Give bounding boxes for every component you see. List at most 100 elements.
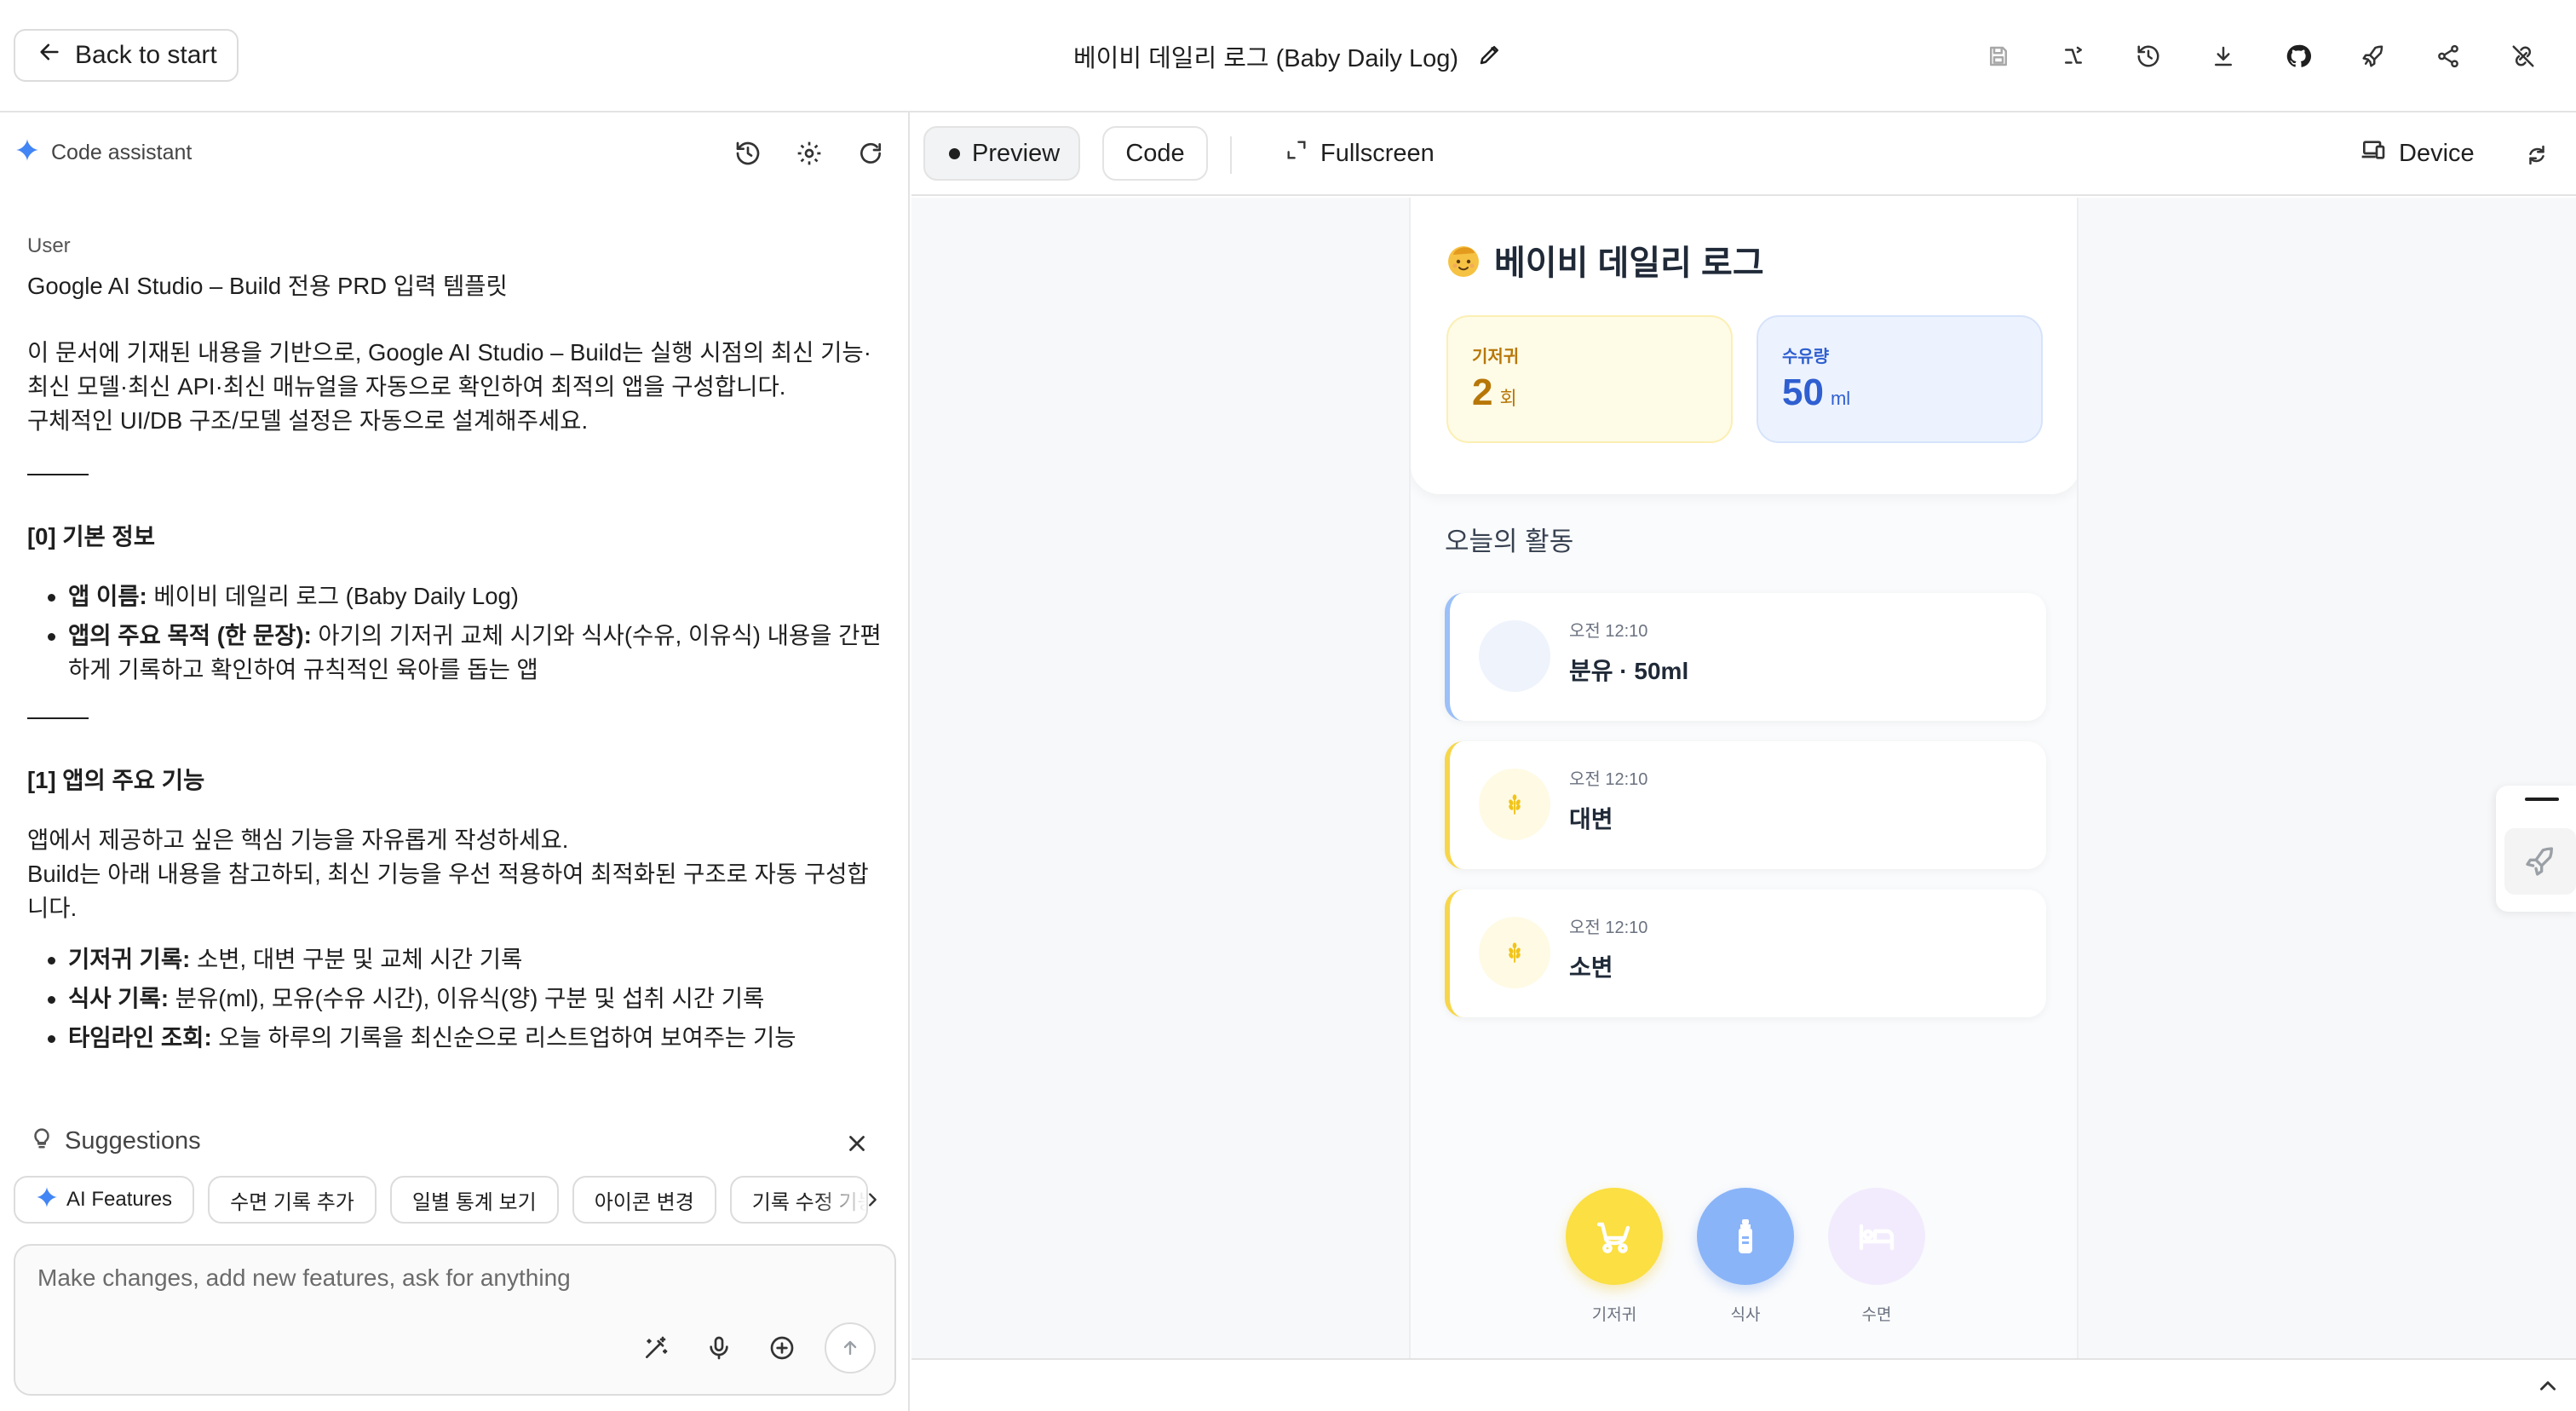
stat-label: 기저귀 — [1472, 348, 1520, 366]
code-assistant-label: Code assistant — [51, 141, 193, 164]
activity-time: 오전 12:10 — [1569, 622, 1648, 641]
device-button[interactable]: Device — [2351, 126, 2483, 181]
fab-label: 수면 — [1861, 1306, 1892, 1324]
wheat-icon — [1479, 769, 1550, 840]
send-arrow-icon[interactable] — [825, 1322, 876, 1374]
deploy-rocket-icon[interactable] — [2336, 37, 2411, 75]
microphone-icon[interactable] — [699, 1327, 739, 1368]
link-off-icon[interactable] — [2486, 37, 2561, 75]
edit-pencil-icon[interactable] — [1477, 42, 1503, 72]
sparkle-icon — [36, 1186, 58, 1214]
activity-item[interactable]: 오전 12:10 소변 — [1445, 890, 2046, 1017]
stat-unit: ml — [1830, 388, 1851, 409]
diaper-stat-card: 기저귀 2회 — [1446, 315, 1733, 443]
tab-code-label: Code — [1125, 139, 1185, 167]
refresh-icon[interactable] — [852, 135, 889, 172]
arrow-left-icon — [37, 40, 61, 71]
toolbar-divider — [1230, 136, 1232, 174]
wheat-icon — [1479, 917, 1550, 988]
features-intro-2: Build는 아래 내용을 참고하되, 최신 기능을 우선 적용하여 최적화된 … — [27, 861, 869, 921]
suggestion-chip[interactable]: 아이콘 변경 — [572, 1176, 716, 1224]
chip-label: 아이콘 변경 — [594, 1190, 694, 1214]
chat-transcript: User Google AI Studio – Build 전용 PRD 입력 … — [27, 232, 888, 1207]
preview-panel: Preview Code Fullscreen Device 베이비 데일리 로… — [911, 112, 2576, 1411]
assistant-tools — [729, 135, 889, 172]
add-diaper-button[interactable]: 기저귀 — [1566, 1188, 1663, 1325]
reload-preview-icon[interactable] — [2520, 138, 2554, 172]
activity-name: 분유 · 50ml — [1569, 658, 1689, 684]
lightbulb-icon — [29, 1125, 55, 1157]
stat-value: 50 ml — [1782, 371, 1850, 414]
tab-preview-label: Preview — [972, 139, 1061, 167]
baby-log-app: 베이비 데일리 로그 기저귀 2회 수유량 50 ml 오늘의 활동 오전 12:… — [1409, 198, 2079, 1358]
message-role: User — [27, 234, 71, 257]
activity-name: 대변 — [1569, 806, 1613, 832]
widget-handle — [2525, 798, 2559, 801]
add-sleep-button[interactable]: 수면 — [1828, 1188, 1925, 1325]
magic-wand-icon[interactable] — [635, 1327, 676, 1368]
download-icon[interactable] — [2186, 37, 2261, 75]
rocket-icon — [2504, 828, 2576, 895]
chevron-right-icon[interactable] — [857, 1184, 888, 1215]
basic-info-list: 앱 이름: 베이비 데일리 로그 (Baby Daily Log) 앱의 주요 … — [27, 579, 888, 687]
activity-item[interactable]: 오전 12:10 대변 — [1445, 741, 2046, 869]
share-icon[interactable] — [2411, 37, 2486, 75]
chevron-up-icon[interactable] — [2535, 1374, 2561, 1399]
suggestion-chip[interactable]: 기록 수정 기능 — [729, 1176, 868, 1224]
fullscreen-label: Fullscreen — [1320, 139, 1435, 167]
code-assistant-header: Code assistant — [15, 138, 192, 168]
close-suggestions-icon[interactable] — [840, 1126, 874, 1160]
app-header-card: 베이비 데일리 로그 기저귀 2회 수유량 50 ml — [1411, 198, 2077, 494]
features-intro: 앱에서 제공하고 싶은 핵심 기능을 자유롭게 작성하세요. Build는 아래… — [27, 823, 888, 925]
add-circle-icon[interactable] — [762, 1327, 802, 1368]
add-feed-button[interactable]: 식사 — [1697, 1188, 1794, 1325]
back-to-start-label: Back to start — [75, 41, 217, 69]
bed-icon — [1828, 1188, 1925, 1285]
prompt-composer[interactable]: Make changes, add new features, ask for … — [14, 1244, 896, 1396]
fullscreen-button[interactable]: Fullscreen — [1276, 126, 1443, 181]
app-heading: 베이비 데일리 로그 — [1445, 235, 1764, 285]
template-title: Google AI Studio – Build 전용 PRD 입력 템플릿 — [27, 273, 508, 299]
tab-code[interactable]: Code — [1102, 126, 1208, 181]
activity-item[interactable]: 오전 12:10 분유 · 50ml — [1445, 593, 2046, 721]
feature-label: 식사 기록: — [68, 985, 169, 1011]
top-actions — [1961, 37, 2561, 75]
composer-placeholder: Make changes, add new features, ask for … — [37, 1264, 571, 1291]
composer-actions — [635, 1322, 876, 1374]
list-item: 기저귀 기록: 소변, 대변 구분 및 교체 시간 기록 — [27, 942, 888, 976]
divider — [27, 717, 89, 719]
save-icon[interactable] — [1961, 37, 2036, 75]
suggestion-chip[interactable]: 수면 기록 추가 — [208, 1176, 377, 1224]
top-bar: Back to start 베이비 데일리 로그 (Baby Daily Log… — [0, 0, 2576, 112]
suggestion-chip[interactable]: 일별 통계 보기 — [389, 1176, 559, 1224]
suggestion-chip-ai-features[interactable]: AI Features — [14, 1176, 195, 1224]
fab-label: 식사 — [1730, 1306, 1761, 1324]
tab-preview[interactable]: Preview — [923, 126, 1080, 181]
feature-label: 타임라인 조회: — [68, 1024, 212, 1051]
intro-paragraph: 이 문서에 기재된 내용을 기반으로, Google AI Studio – B… — [27, 336, 888, 438]
settings-gear-icon[interactable] — [791, 135, 828, 172]
app-heading-text: 베이비 데일리 로그 — [1494, 245, 1764, 282]
chip-label: AI Features — [66, 1188, 173, 1211]
compare-branch-icon[interactable] — [2036, 37, 2111, 75]
activity-time: 오전 12:10 — [1569, 770, 1648, 789]
baby-face-icon — [1445, 241, 1482, 279]
deploy-side-widget[interactable] — [2496, 786, 2576, 912]
github-icon[interactable] — [2261, 37, 2336, 75]
chip-label: 기록 수정 기능 — [751, 1190, 868, 1214]
history-icon[interactable] — [2111, 37, 2186, 75]
intro-line-2: 구체적인 UI/DB 구조/모델 설정은 자동으로 설계해주세요. — [27, 407, 589, 434]
list-item: 앱의 주요 목적 (한 문장): 아기의 기저귀 교체 시기와 식사(수유, 이… — [27, 619, 888, 687]
divider — [27, 474, 89, 475]
suggestion-chips: AI Features 수면 기록 추가 일별 통계 보기 아이콘 변경 기록 … — [14, 1176, 888, 1227]
active-dot-icon — [949, 147, 960, 159]
stat-value: 2회 — [1472, 371, 1517, 414]
app-name-value: 베이비 데일리 로그 (Baby Daily Log) — [153, 583, 519, 609]
chat-history-icon[interactable] — [729, 135, 767, 172]
back-to-start-button[interactable]: Back to start — [14, 29, 239, 82]
list-item: 앱 이름: 베이비 데일리 로그 (Baby Daily Log) — [27, 579, 888, 613]
suggestions-header: Suggestions — [29, 1125, 201, 1157]
list-item: 식사 기록: 분유(ml), 모유(수유 시간), 이유식(양) 구분 및 섭취… — [27, 982, 888, 1016]
sparkle-icon — [15, 138, 39, 168]
stat-unit: 회 — [1499, 388, 1517, 409]
